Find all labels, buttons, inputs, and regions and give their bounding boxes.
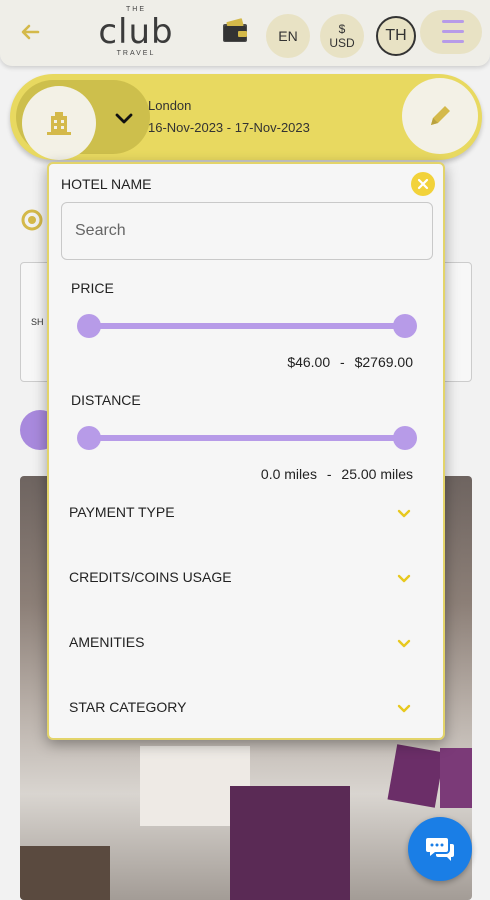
- back-arrow-icon[interactable]: [18, 20, 48, 46]
- close-icon[interactable]: [411, 172, 435, 196]
- price-slider[interactable]: [77, 314, 417, 338]
- filter-modal: HOTEL NAME PRICE $46.00 - $2769.00 DISTA…: [47, 162, 445, 740]
- hotel-search-input[interactable]: [61, 202, 433, 260]
- currency-symbol: $: [338, 22, 346, 36]
- sort-card-label: SH: [31, 317, 44, 327]
- currency-code: USD: [329, 36, 355, 50]
- edit-search-button[interactable]: [402, 78, 478, 154]
- club-logo[interactable]: THE club TRAVEL: [90, 6, 182, 57]
- destination-city: London: [148, 98, 192, 113]
- hotel-name-label: HOTEL NAME: [61, 176, 152, 192]
- wallet-icon[interactable]: [220, 16, 252, 48]
- price-range-text: $46.00 - $2769.00: [287, 354, 413, 370]
- radio-option[interactable]: [20, 208, 50, 232]
- product-type-selector[interactable]: [16, 80, 150, 160]
- stay-dates: 16-Nov-2023 - 17-Nov-2023: [148, 120, 310, 135]
- distance-slider[interactable]: [77, 426, 417, 450]
- chevron-down-icon: [395, 701, 413, 717]
- distance-min-handle[interactable]: [77, 426, 101, 450]
- pencil-icon: [431, 106, 450, 125]
- distance-label: DISTANCE: [71, 392, 141, 408]
- currency-button[interactable]: $ USD: [320, 14, 364, 58]
- accordion-label: AMENITIES: [69, 634, 145, 650]
- price-label: PRICE: [71, 280, 114, 296]
- accordion-label: CREDITS/COINS USAGE: [69, 569, 232, 585]
- chevron-down-icon: [395, 571, 413, 587]
- language-button[interactable]: EN: [266, 14, 310, 58]
- logo-main-text: club: [98, 12, 174, 52]
- app-header: THE club TRAVEL EN $ USD TH: [0, 0, 490, 66]
- hamburger-menu-icon[interactable]: [420, 10, 482, 54]
- avatar[interactable]: TH: [376, 16, 416, 56]
- hotel-icon: [22, 86, 96, 160]
- chevron-down-icon: [395, 506, 413, 522]
- star-category-accordion[interactable]: STAR CATEGORY: [69, 691, 413, 721]
- chat-bubble-icon: [426, 838, 454, 861]
- credits-coins-accordion[interactable]: CREDITS/COINS USAGE: [69, 561, 413, 591]
- accordion-label: STAR CATEGORY: [69, 699, 187, 715]
- payment-type-accordion[interactable]: PAYMENT TYPE: [69, 496, 413, 526]
- chat-button[interactable]: [408, 817, 472, 881]
- amenities-accordion[interactable]: AMENITIES: [69, 626, 413, 656]
- price-min-handle[interactable]: [77, 314, 101, 338]
- logo-sub-text: TRAVEL: [116, 50, 156, 57]
- accordion-label: PAYMENT TYPE: [69, 504, 175, 520]
- distance-range-text: 0.0 miles - 25.00 miles: [260, 466, 413, 482]
- chevron-down-icon: [395, 636, 413, 652]
- chevron-down-icon: [112, 106, 136, 130]
- distance-max-handle[interactable]: [393, 426, 417, 450]
- price-max-handle[interactable]: [393, 314, 417, 338]
- search-summary-bar: London 16-Nov-2023 - 17-Nov-2023: [10, 74, 482, 160]
